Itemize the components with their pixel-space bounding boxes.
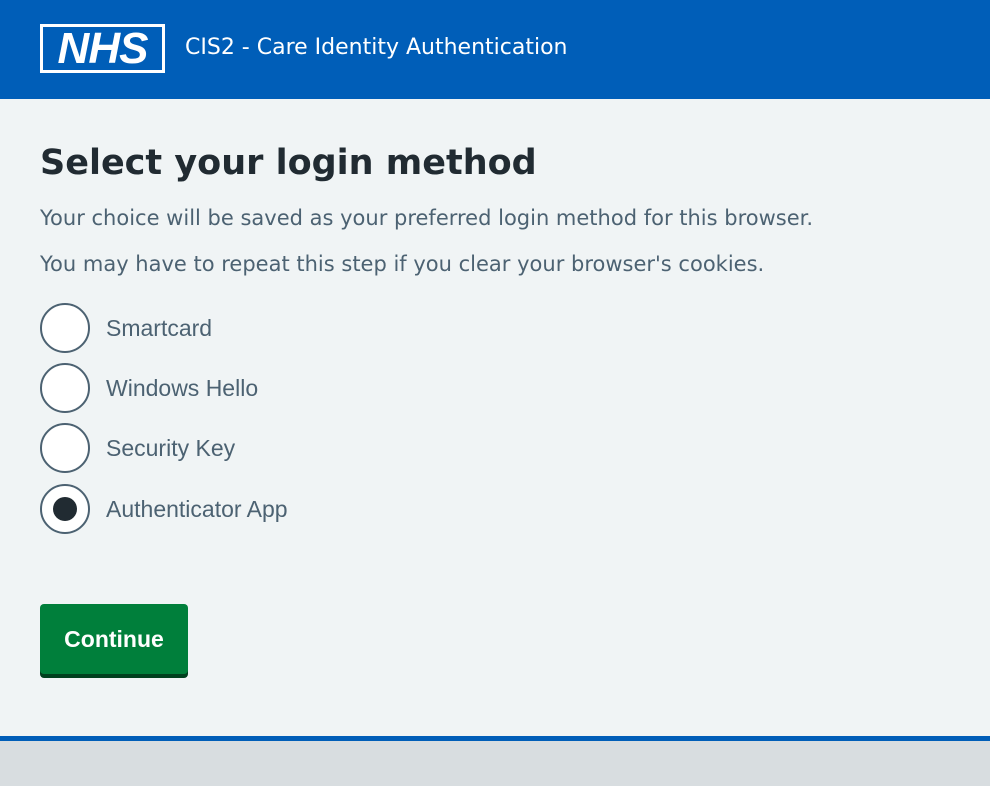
radio-label-security-key[interactable]: Security Key (106, 434, 235, 462)
radio-option-smartcard[interactable]: Smartcard (40, 303, 440, 353)
radio-button-security-key[interactable] (40, 423, 90, 473)
hint-text-cookies: You may have to repeat this step if you … (40, 252, 765, 276)
site-header: NHS CIS2 - Care Identity Authentication (0, 0, 990, 99)
radio-option-security-key[interactable]: Security Key (40, 423, 440, 473)
page-title: Select your login method (40, 143, 537, 183)
radio-label-smartcard[interactable]: Smartcard (106, 314, 212, 342)
radio-label-authenticator-app[interactable]: Authenticator App (106, 495, 288, 523)
radio-selected-dot (53, 497, 77, 521)
service-name: CIS2 - Care Identity Authentication (185, 35, 568, 60)
radio-label-windows-hello[interactable]: Windows Hello (106, 374, 258, 402)
site-footer (0, 741, 990, 786)
radio-button-authenticator-app[interactable] (40, 484, 90, 534)
radio-option-authenticator-app[interactable]: Authenticator App (40, 484, 440, 534)
main-content: Select your login method Your choice wil… (0, 99, 990, 736)
radio-option-windows-hello[interactable]: Windows Hello (40, 363, 440, 413)
hint-text-preferred: Your choice will be saved as your prefer… (40, 206, 814, 230)
nhs-logo-text: NHS (43, 27, 162, 71)
continue-button[interactable]: Continue (40, 604, 188, 674)
radio-button-windows-hello[interactable] (40, 363, 90, 413)
nhs-logo[interactable]: NHS (40, 24, 165, 73)
radio-button-smartcard[interactable] (40, 303, 90, 353)
